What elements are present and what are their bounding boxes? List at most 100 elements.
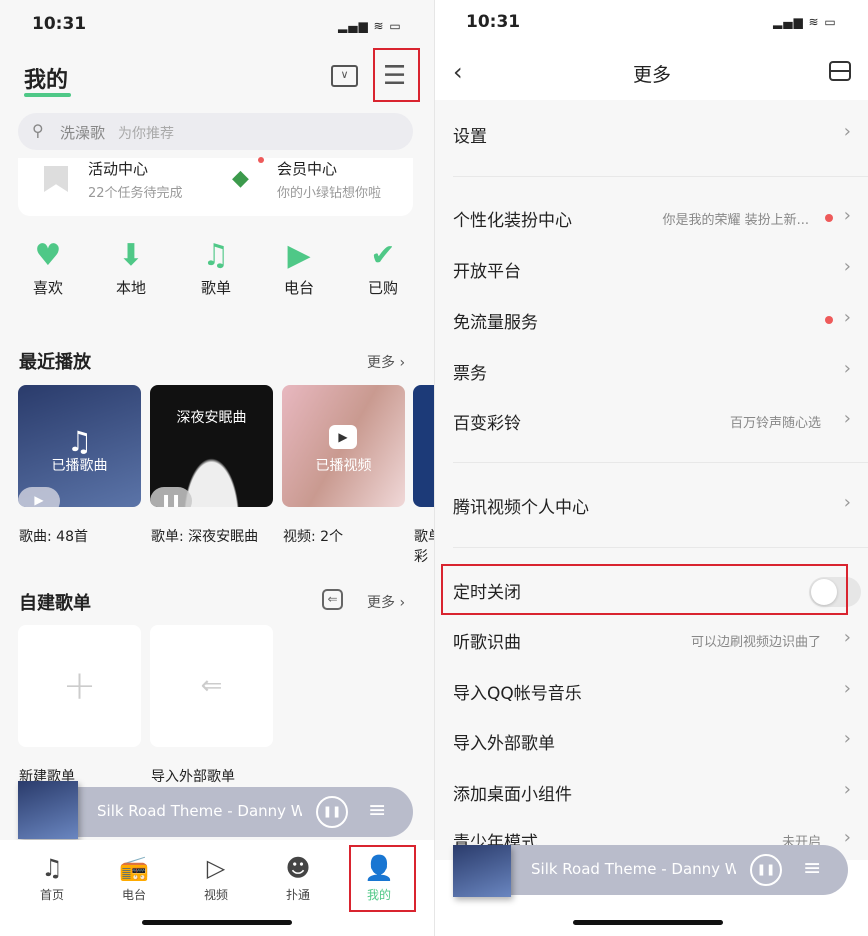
import-icon[interactable]: ⇐ xyxy=(322,589,343,610)
recent-more-link[interactable]: 更多 › xyxy=(367,352,405,372)
search-hint: 为你推荐 xyxy=(118,126,174,142)
settings-row[interactable]: 导入外部歌单 › xyxy=(435,716,868,766)
tile-caption: 歌单: 深夜安眠曲 xyxy=(151,529,259,545)
shortcut-3[interactable]: ▶ 电台 xyxy=(274,238,324,298)
album-art xyxy=(453,845,511,897)
chevron-right-icon: › xyxy=(843,492,851,513)
mini-player[interactable]: Silk Road Theme - Danny W ❚❚ ≡ xyxy=(453,845,848,897)
pause-button[interactable]: ❚❚ xyxy=(750,854,782,886)
playlist-queue-icon[interactable]: ≡ xyxy=(803,856,821,881)
import-playlist-button[interactable]: ⇐ xyxy=(150,625,273,747)
row-label: 设置 xyxy=(453,127,487,147)
settings-row[interactable]: 开放平台 › xyxy=(435,244,868,294)
music-note-icon: ♫ xyxy=(66,425,93,458)
home-indicator xyxy=(142,920,292,925)
row-label: 票务 xyxy=(453,364,487,384)
recent-tile-playlist[interactable]: 深夜安眠曲 ❚❚ xyxy=(150,385,273,507)
recent-tile-partial[interactable] xyxy=(413,385,434,507)
row-label: 添加桌面小组件 xyxy=(453,785,572,805)
my-page-screen: 10:31 ▂▄▆ ≋ ▭ 我的 ∨ ☰ ⚲ 洗澡歌 为你推荐 活动中心 22个… xyxy=(0,0,434,936)
row-subtext: 百万铃声随心选 xyxy=(729,416,821,431)
chevron-right-icon: › xyxy=(843,678,851,699)
pause-button[interactable]: ❚❚ xyxy=(316,796,348,828)
feature-card: 活动中心 22个任务待完成 ◆ 会员中心 你的小绿钻想你啦 xyxy=(18,157,413,216)
pause-icon[interactable]: ❚❚ xyxy=(150,487,192,507)
divider xyxy=(453,176,868,177)
new-playlist-button[interactable]: + xyxy=(18,625,141,747)
settings-row[interactable]: 听歌识曲 可以边刷视频边识曲了 › xyxy=(435,615,868,665)
settings-row[interactable]: 票务 › xyxy=(435,346,868,396)
status-time: 10:31 xyxy=(466,12,521,32)
more-settings-screen: 10:31 ▂▄▆ ≋ ▭ ‹ 更多 设置 › 个性化装扮中心 你是我的荣耀 装扮上… xyxy=(434,0,868,936)
shortcut-1[interactable]: ⬇ 本地 xyxy=(106,238,156,298)
red-dot xyxy=(825,316,833,324)
settings-row[interactable]: 导入QQ帐号音乐 › xyxy=(435,666,868,716)
red-dot xyxy=(258,157,264,163)
card-title: 活动中心 xyxy=(88,160,149,178)
row-label: 开放平台 xyxy=(453,262,521,282)
album-art xyxy=(18,781,78,839)
shortcut-4[interactable]: ✔ 已购 xyxy=(358,238,408,298)
tile-overlay: 已播视频 xyxy=(315,458,372,474)
tile-caption: 歌曲: 48首 xyxy=(19,529,88,545)
playlist-label: 导入外部歌单 xyxy=(151,769,235,785)
shortcut-label: 电台 xyxy=(283,279,314,297)
settings-row[interactable]: 百变彩铃 百万铃声随心选 › xyxy=(435,396,868,446)
settings-row[interactable]: 腾讯视频个人中心 › xyxy=(435,480,868,530)
bookmark-icon xyxy=(44,166,68,192)
shortcut-2[interactable]: ♫ 歌单 xyxy=(191,238,241,298)
tab-icon: ▷ xyxy=(206,854,226,882)
shortcut-0[interactable]: ♥ 喜欢 xyxy=(23,238,73,298)
search-icon: ⚲ xyxy=(32,121,44,140)
tab-label: 首页 xyxy=(39,888,64,902)
shortcut-label: 本地 xyxy=(115,279,146,297)
tab-label: 扑通 xyxy=(285,888,310,902)
playlists-more-link[interactable]: 更多 › xyxy=(367,592,405,612)
tv-icon: ▶ xyxy=(287,238,311,273)
song-title: Silk Road Theme - Danny W xyxy=(97,802,302,820)
card-sub: 你的小绿钻想你啦 xyxy=(277,186,382,201)
settings-row[interactable]: 设置 › xyxy=(435,109,868,159)
tile-caption: 歌单 xyxy=(414,529,434,545)
shortcut-label: 已购 xyxy=(367,279,398,297)
chevron-right-icon: › xyxy=(843,627,851,648)
song-title: Silk Road Theme - Danny W xyxy=(531,860,736,878)
shortcut-label: 喜欢 xyxy=(32,279,63,297)
scan-icon[interactable] xyxy=(829,61,851,81)
row-label: 免流量服务 xyxy=(453,313,538,333)
mail-icon[interactable]: ∨ xyxy=(331,65,358,87)
playlist-queue-icon[interactable]: ≡ xyxy=(368,798,386,823)
play-icon[interactable]: ▶ xyxy=(18,487,60,507)
row-label: 个性化装扮中心 xyxy=(453,211,572,231)
recent-tile-video[interactable]: ▶ 已播视频 xyxy=(282,385,405,507)
settings-row[interactable]: 个性化装扮中心 你是我的荣耀 装扮上新... › xyxy=(435,193,868,243)
page-title: 更多 xyxy=(632,64,671,86)
highlight-box xyxy=(373,48,420,102)
recent-title: 最近播放 xyxy=(19,352,91,373)
tab-0[interactable]: ♫ 首页 xyxy=(22,854,82,903)
recent-tile-songs[interactable]: ♫ 已播歌曲 ▶ xyxy=(18,385,141,507)
tab-3[interactable]: ☻ 扑通 xyxy=(268,854,328,903)
heart-icon: ♥ xyxy=(34,238,62,273)
playlists-title: 自建歌单 xyxy=(19,593,91,614)
tab-label: 视频 xyxy=(203,888,228,902)
activity-center[interactable]: 活动中心 22个任务待完成 xyxy=(88,158,183,201)
settings-row[interactable]: 添加桌面小组件 › xyxy=(435,767,868,817)
more-label: 更多 xyxy=(367,355,395,371)
card-sub: 22个任务待完成 xyxy=(88,186,183,201)
tab-label: 电台 xyxy=(121,888,146,902)
row-label: 导入外部歌单 xyxy=(453,734,555,754)
settings-row[interactable]: 免流量服务 › xyxy=(435,295,868,345)
chevron-right-icon: › xyxy=(843,408,851,429)
vip-center[interactable]: 会员中心 你的小绿钻想你啦 xyxy=(277,158,381,201)
highlight-box xyxy=(441,564,848,615)
tab-1[interactable]: 📻 电台 xyxy=(104,854,164,903)
row-label: 百变彩铃 xyxy=(453,414,521,434)
mini-player[interactable]: Silk Road Theme - Danny W ❚❚ ≡ xyxy=(18,781,413,839)
tile-caption: 视频: 2个 xyxy=(283,529,344,545)
tile-overlay: 已播歌曲 xyxy=(51,458,108,474)
search-input[interactable]: ⚲ 洗澡歌 为你推荐 xyxy=(18,113,413,150)
status-icons: ▂▄▆ ≋ ▭ xyxy=(338,19,402,33)
row-label: 腾讯视频个人中心 xyxy=(453,498,589,518)
tab-2[interactable]: ▷ 视频 xyxy=(186,854,246,903)
